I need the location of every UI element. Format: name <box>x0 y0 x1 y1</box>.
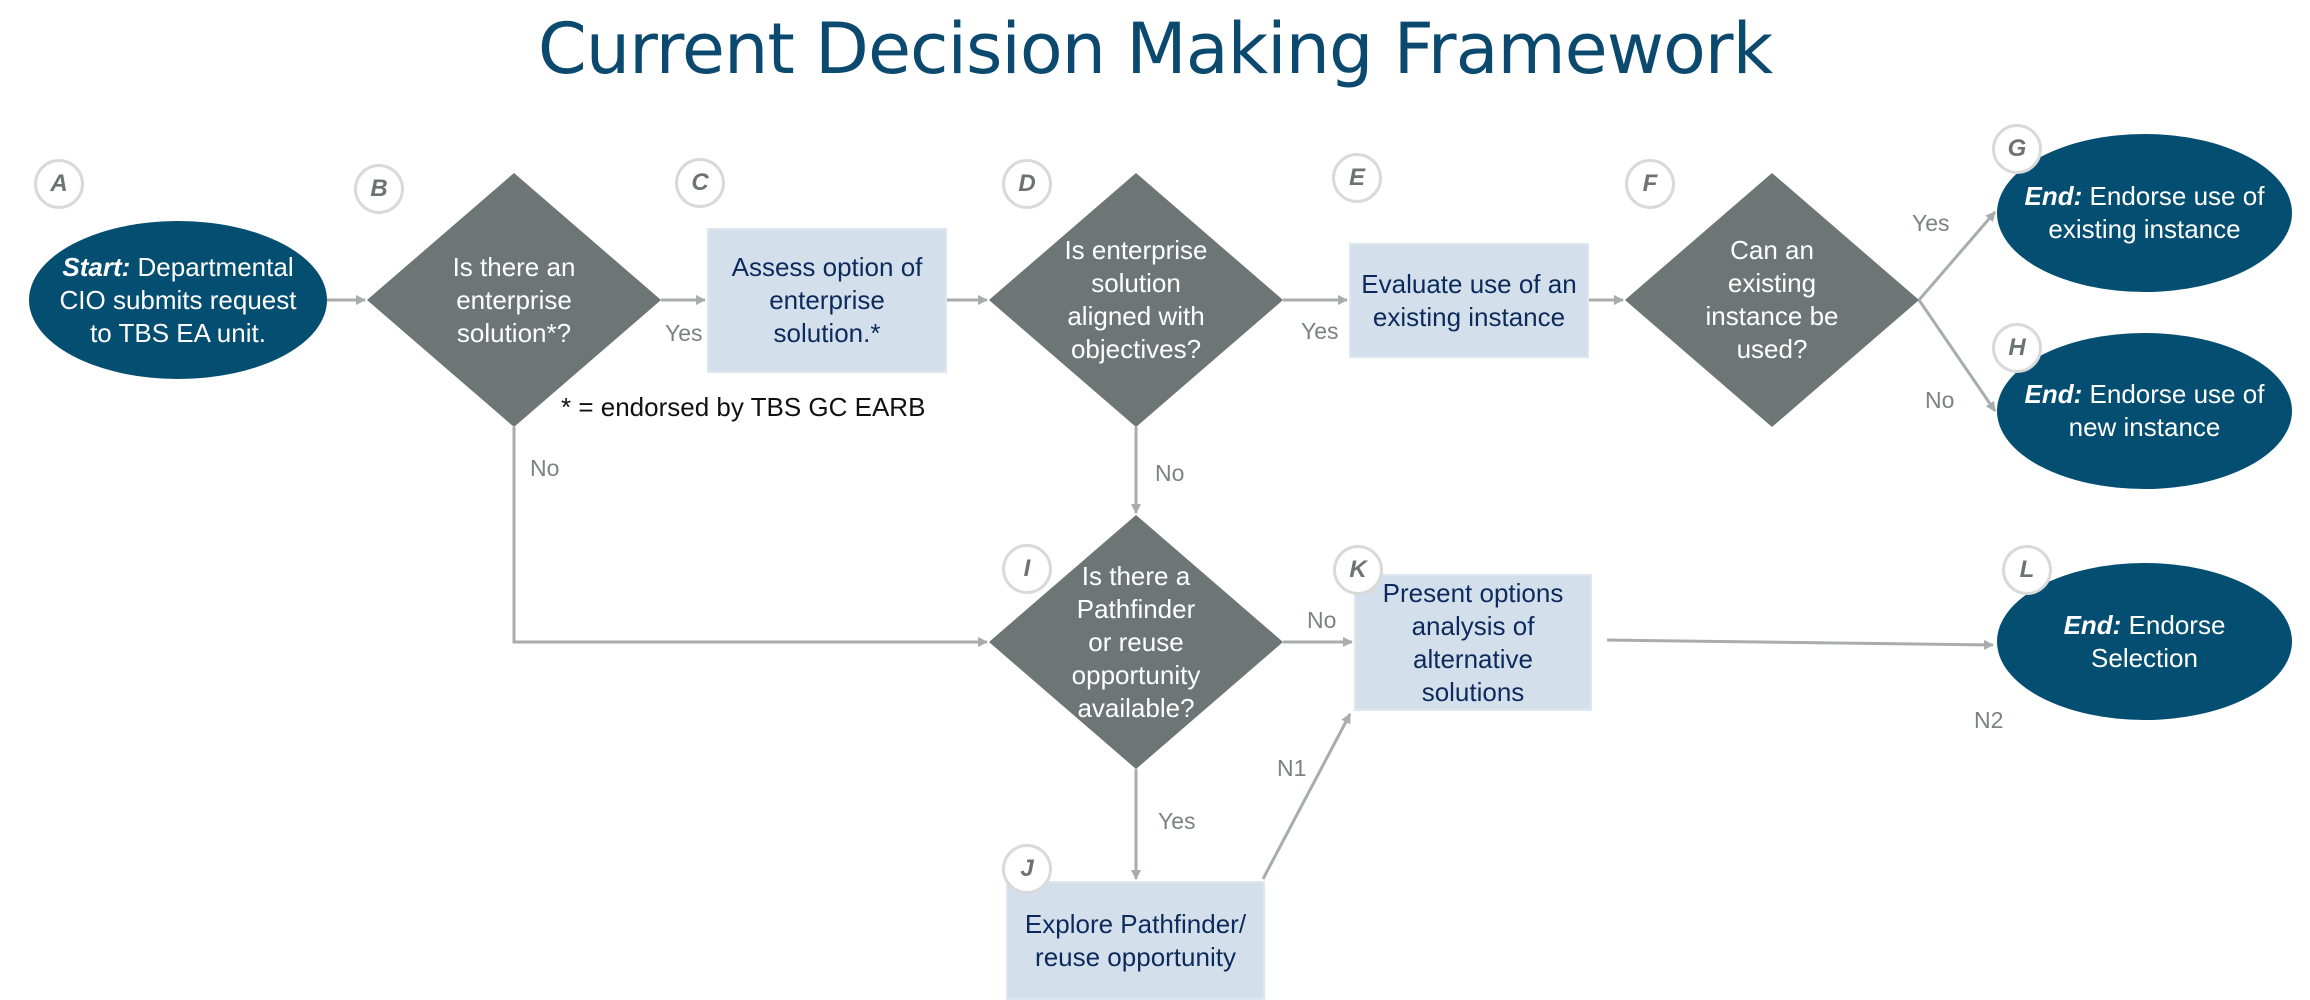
badge-d: D <box>1002 159 1052 209</box>
edge-label-i-k: No <box>1307 607 1337 633</box>
badge-g: G <box>1992 124 2042 174</box>
node-g-end[interactable]: End: Endorse use of existing instance <box>1997 134 2292 292</box>
node-f-decision[interactable]: Can an existing instance be used? <box>1690 230 1854 370</box>
edge-j-k <box>1261 713 1352 880</box>
node-h-prefix: End: <box>2024 379 2083 409</box>
node-j-process[interactable]: Explore Pathfinder/ reuse opportunity <box>1006 881 1265 1000</box>
badge-f: F <box>1625 159 1675 209</box>
node-a-prefix: Start: <box>62 251 131 282</box>
node-k-process[interactable]: Present options analysis of alternative … <box>1354 574 1592 711</box>
badge-c: C <box>675 158 725 208</box>
badge-a: A <box>34 159 84 209</box>
edge-label-d-i: No <box>1155 460 1185 486</box>
edge-label-k-l: N2 <box>1974 707 2004 733</box>
footnote: * = endorsed by TBS GC EARB <box>561 392 926 422</box>
edge-label-f-h: No <box>1925 387 1955 413</box>
connectors-layer <box>327 173 1997 880</box>
node-l-text: End: Endorse Selection <box>2015 609 2274 675</box>
node-c-process[interactable]: Assess option of enterprise solution.* <box>707 228 947 373</box>
edge-label-b-i: No <box>530 455 560 481</box>
node-e-process[interactable]: Evaluate use of an existing instance <box>1349 243 1589 358</box>
node-h-text: End: Endorse use of new instance <box>2015 378 2274 444</box>
edge-k-l <box>1606 638 1994 650</box>
node-h-end[interactable]: End: Endorse use of new instance <box>1997 333 2292 489</box>
badge-e: E <box>1332 153 1382 203</box>
node-a-text: Start: Departmental CIO submits request … <box>47 251 309 350</box>
node-d-decision[interactable]: Is enterprise solution aligned with obje… <box>1056 215 1216 385</box>
node-l-prefix: End: <box>2063 609 2122 640</box>
badge-j: J <box>1002 844 1052 894</box>
badge-i: I <box>1002 544 1052 594</box>
edge-label-f-g: Yes <box>1912 210 1950 236</box>
badge-l: L <box>2002 545 2052 595</box>
edge-label-i-j: Yes <box>1158 808 1196 834</box>
node-a-start[interactable]: Start: Departmental CIO submits request … <box>29 221 327 379</box>
edge-label-d-e: Yes <box>1301 318 1339 344</box>
badge-k: K <box>1333 545 1383 595</box>
badge-h: H <box>1992 323 2042 373</box>
node-h-label: Endorse use of new instance <box>2068 379 2265 442</box>
node-i-decision[interactable]: Is there a Pathfinder or reuse opportuni… <box>1066 555 1206 730</box>
node-b-decision[interactable]: Is there an enterprise solution*? <box>430 240 598 360</box>
edge-label-b-c: Yes <box>665 320 703 346</box>
badge-b: B <box>354 164 404 214</box>
node-g-prefix: End: <box>2024 181 2083 211</box>
node-g-text: End: Endorse use of existing instance <box>2015 180 2274 246</box>
edge-label-j-k: N1 <box>1277 755 1307 781</box>
edge-b-i <box>512 427 988 647</box>
